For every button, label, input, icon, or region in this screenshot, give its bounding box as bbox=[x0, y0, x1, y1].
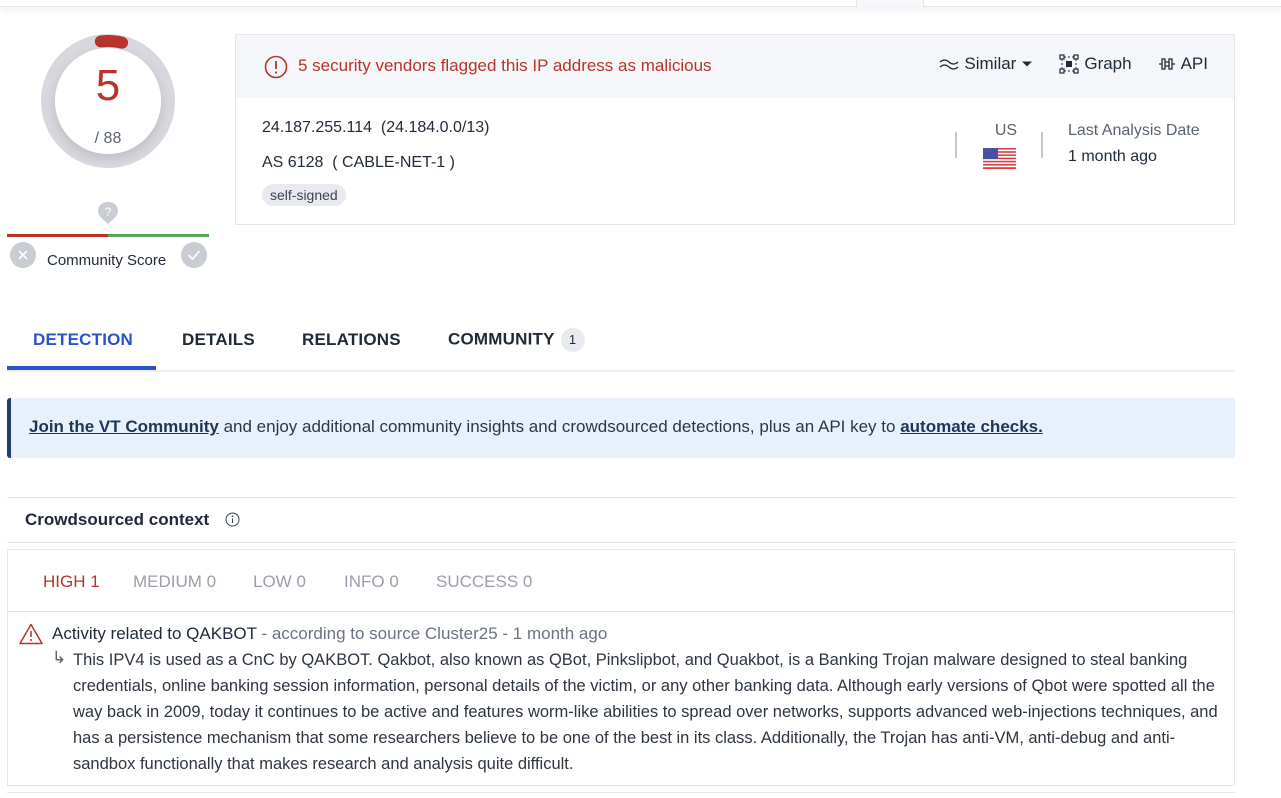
banner-text: Join the VT Community and enjoy addition… bbox=[29, 417, 1043, 437]
severity-tab-info[interactable]: INFO 0 bbox=[344, 572, 399, 592]
community-count-badge: 1 bbox=[560, 328, 585, 352]
detection-meta: - according to source Cluster25 - 1 mont… bbox=[256, 624, 608, 643]
tab-relations[interactable]: RELATIONS bbox=[302, 330, 401, 350]
community-score-label: Community Score bbox=[47, 252, 167, 269]
crowdsourced-panel: HIGH 1 MEDIUM 0 LOW 0 INFO 0 SUCCESS 0 A… bbox=[7, 549, 1235, 786]
gauge-arc bbox=[94, 35, 129, 49]
country-code: US bbox=[994, 122, 1018, 139]
similar-waves-icon bbox=[939, 59, 959, 70]
join-community-link[interactable]: Join the VT Community bbox=[29, 417, 219, 436]
summary-card: 5 security vendors flagged this IP addre… bbox=[235, 34, 1235, 225]
similar-label: Similar bbox=[964, 54, 1017, 73]
tab-details[interactable]: DETAILS bbox=[182, 330, 255, 350]
graph-icon bbox=[1059, 54, 1079, 74]
detection-name: Activity related to QAKBOT bbox=[52, 624, 257, 643]
tag-self-signed[interactable]: self-signed bbox=[262, 184, 346, 206]
graph-button[interactable]: Graph bbox=[1059, 54, 1132, 74]
ip-address: 24.187.255.114 (24.184.0.0/13) bbox=[262, 119, 490, 136]
reply-arrow-icon: ↳ bbox=[52, 648, 67, 667]
tab-community-label: COMMUNITY bbox=[448, 329, 555, 349]
summary-header: 5 security vendors flagged this IP addre… bbox=[236, 35, 1234, 98]
automate-checks-link[interactable]: automate checks. bbox=[900, 417, 1043, 436]
downvote-button[interactable] bbox=[10, 242, 36, 268]
info-icon[interactable] bbox=[225, 512, 240, 527]
detection-score: 5 bbox=[95, 61, 121, 110]
severity-tab-success[interactable]: SUCCESS 0 bbox=[436, 572, 532, 592]
upvote-button[interactable] bbox=[181, 242, 207, 268]
api-label: API bbox=[1180, 54, 1208, 73]
severity-tab-low[interactable]: LOW 0 bbox=[253, 572, 306, 592]
svg-text:?: ? bbox=[105, 205, 112, 219]
severity-tab-medium[interactable]: MEDIUM 0 bbox=[133, 572, 216, 592]
detection-description: This IPV4 is used as a CnC by QAKBOT. Qa… bbox=[73, 651, 1218, 773]
divider bbox=[7, 542, 1235, 543]
last-analysis-value: 1 month ago bbox=[1068, 148, 1157, 165]
community-score-bar bbox=[7, 234, 209, 237]
tab-community[interactable]: COMMUNITY 1 bbox=[448, 328, 585, 352]
divider bbox=[955, 132, 957, 158]
divider bbox=[8, 611, 1234, 612]
check-icon bbox=[187, 250, 201, 261]
tab-detection[interactable]: DETECTION bbox=[33, 330, 133, 350]
detection-total: / 88 bbox=[94, 130, 122, 147]
top-bar bbox=[0, 0, 1281, 7]
warning-triangle-icon bbox=[19, 623, 43, 645]
question-pin-icon: ? bbox=[98, 202, 118, 224]
divider bbox=[1041, 132, 1043, 158]
last-analysis-label: Last Analysis Date bbox=[1068, 122, 1200, 139]
summary-actions: Similar Graph API bbox=[939, 54, 1208, 74]
alert-circle-icon bbox=[264, 55, 288, 79]
active-tab-indicator bbox=[7, 366, 156, 370]
api-button[interactable]: API bbox=[1158, 54, 1208, 74]
similar-button[interactable]: Similar bbox=[939, 54, 1033, 74]
top-bar-segment[interactable] bbox=[856, 0, 924, 7]
api-icon bbox=[1158, 58, 1175, 70]
banner-body: and enjoy additional community insights … bbox=[218, 417, 901, 436]
close-icon bbox=[18, 250, 28, 260]
chevron-down-icon bbox=[1022, 61, 1033, 67]
divider bbox=[7, 792, 1235, 793]
severity-tab-high[interactable]: HIGH 1 bbox=[43, 572, 100, 592]
community-banner: Join the VT Community and enjoy addition… bbox=[7, 398, 1235, 458]
divider bbox=[7, 497, 1235, 498]
malicious-alert-text: 5 security vendors flagged this IP addre… bbox=[298, 56, 712, 75]
main-tabs: DETECTION DETAILS RELATIONS COMMUNITY 1 bbox=[7, 320, 1235, 372]
gauge-center: 5 / 88 bbox=[55, 48, 161, 154]
autonomous-system: AS 6128 ( CABLE-NET-1 ) bbox=[262, 154, 455, 171]
detection-title: Activity related to QAKBOT - according t… bbox=[52, 624, 607, 644]
detection-gauge: 5 / 88 bbox=[41, 34, 175, 168]
us-flag-icon bbox=[983, 148, 1016, 169]
crowdsourced-context-title: Crowdsourced context bbox=[25, 510, 210, 529]
graph-label: Graph bbox=[1084, 54, 1132, 73]
